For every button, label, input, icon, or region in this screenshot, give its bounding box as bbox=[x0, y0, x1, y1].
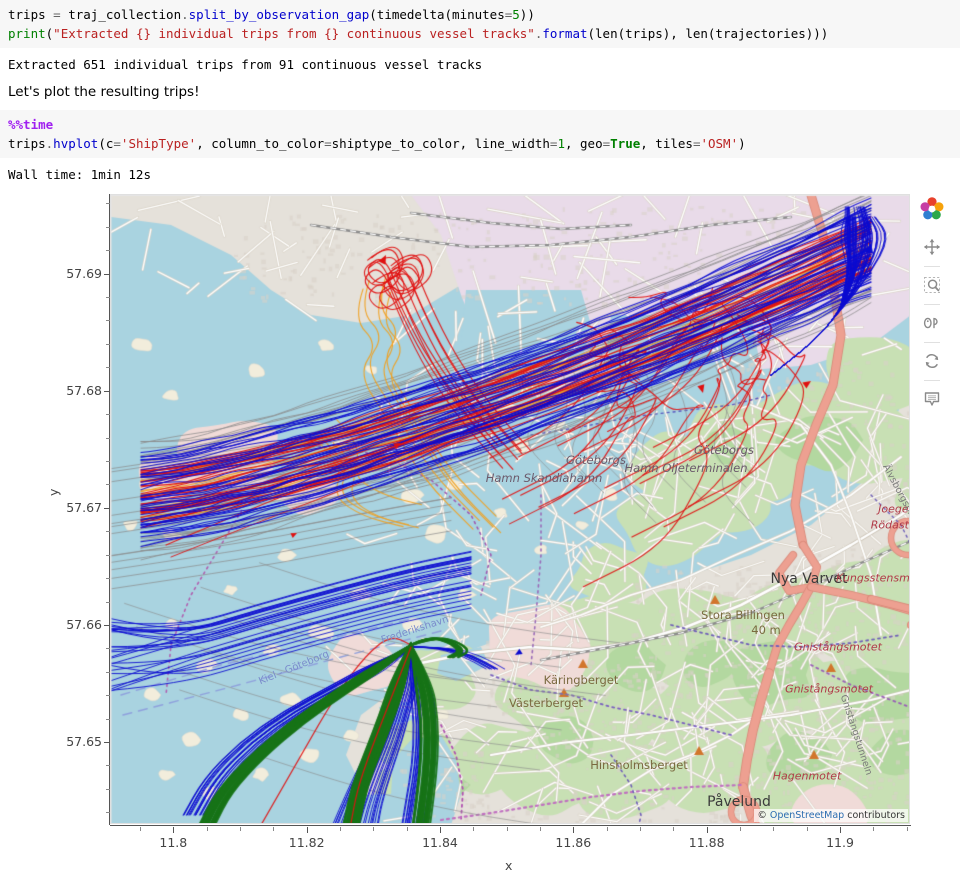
y-tick-label: 57.68 bbox=[66, 382, 102, 398]
reset-tool[interactable] bbox=[917, 346, 947, 376]
notebook-page: trips = traj_collection.split_by_observa… bbox=[0, 0, 960, 884]
x-axis-ticklabels: 11.8 11.82 11.84 11.86 11.88 11.9 bbox=[110, 826, 910, 850]
markdown-cell: Let's plot the resulting trips! bbox=[8, 84, 200, 100]
openstreetmap-link[interactable]: OpenStreetMap bbox=[770, 810, 844, 821]
toolbar-divider bbox=[924, 380, 940, 381]
y-tick-label: 57.65 bbox=[66, 734, 102, 750]
x-tick-label: 11.8 bbox=[159, 835, 188, 850]
attribution-tail: contributors bbox=[844, 810, 905, 821]
cell-2-output: Wall time: 1min 12s bbox=[8, 167, 151, 182]
wheel-zoom-tool[interactable] bbox=[917, 308, 947, 338]
code-cell-2[interactable]: %%time trips.hvplot(c='ShipType', column_… bbox=[0, 110, 960, 158]
code-line: %%time bbox=[8, 117, 54, 132]
x-tick-label: 11.9 bbox=[826, 835, 854, 850]
toolbar-divider bbox=[924, 266, 940, 267]
box-zoom-tool[interactable] bbox=[917, 270, 947, 300]
bokeh-plot[interactable]: 57.65 57.66 57.67 57.68 57.69 11.8 11.82 11.84… bbox=[0, 186, 960, 876]
y-axis-label: y bbox=[46, 488, 61, 496]
toolbar-divider bbox=[924, 304, 940, 305]
map-viewport[interactable]: Göteborgs Hamn Skandiahamn Göteborgs Hamn O… bbox=[110, 194, 910, 824]
x-axis-label: x bbox=[505, 858, 513, 873]
y-tick-label: 57.66 bbox=[66, 616, 102, 632]
cell-1-output: Extracted 651 individual trips from 91 c… bbox=[8, 57, 483, 72]
bokeh-logo-icon[interactable] bbox=[919, 196, 945, 222]
map-attribution: © OpenStreetMap contributors bbox=[754, 809, 908, 822]
code-line: trips = traj_collection.split_by_observa… bbox=[8, 7, 535, 22]
y-axis-ticklabels: 57.65 57.66 57.67 57.68 57.69 bbox=[56, 194, 104, 824]
x-tick-label: 11.82 bbox=[288, 835, 325, 850]
toolbar-divider bbox=[924, 342, 940, 343]
y-axis-tickmarks bbox=[103, 194, 110, 824]
x-tick-label: 11.86 bbox=[555, 835, 592, 850]
bokeh-toolbar[interactable] bbox=[915, 194, 949, 574]
code-line: print("Extracted {} individual trips fro… bbox=[8, 26, 829, 41]
code-line: trips.hvplot(c='ShipType', column_to_col… bbox=[8, 136, 746, 151]
copyright-icon: © bbox=[757, 810, 767, 821]
y-tick-label: 57.67 bbox=[66, 499, 102, 515]
y-tick-label: 57.69 bbox=[66, 265, 102, 281]
osm-tile-layer[interactable] bbox=[111, 195, 909, 823]
code-cell-1[interactable]: trips = traj_collection.split_by_observa… bbox=[0, 0, 960, 48]
x-tick-label: 11.84 bbox=[422, 835, 458, 850]
hover-tool[interactable] bbox=[917, 384, 947, 414]
pan-tool[interactable] bbox=[917, 232, 947, 262]
x-tick-label: 11.88 bbox=[688, 835, 725, 850]
